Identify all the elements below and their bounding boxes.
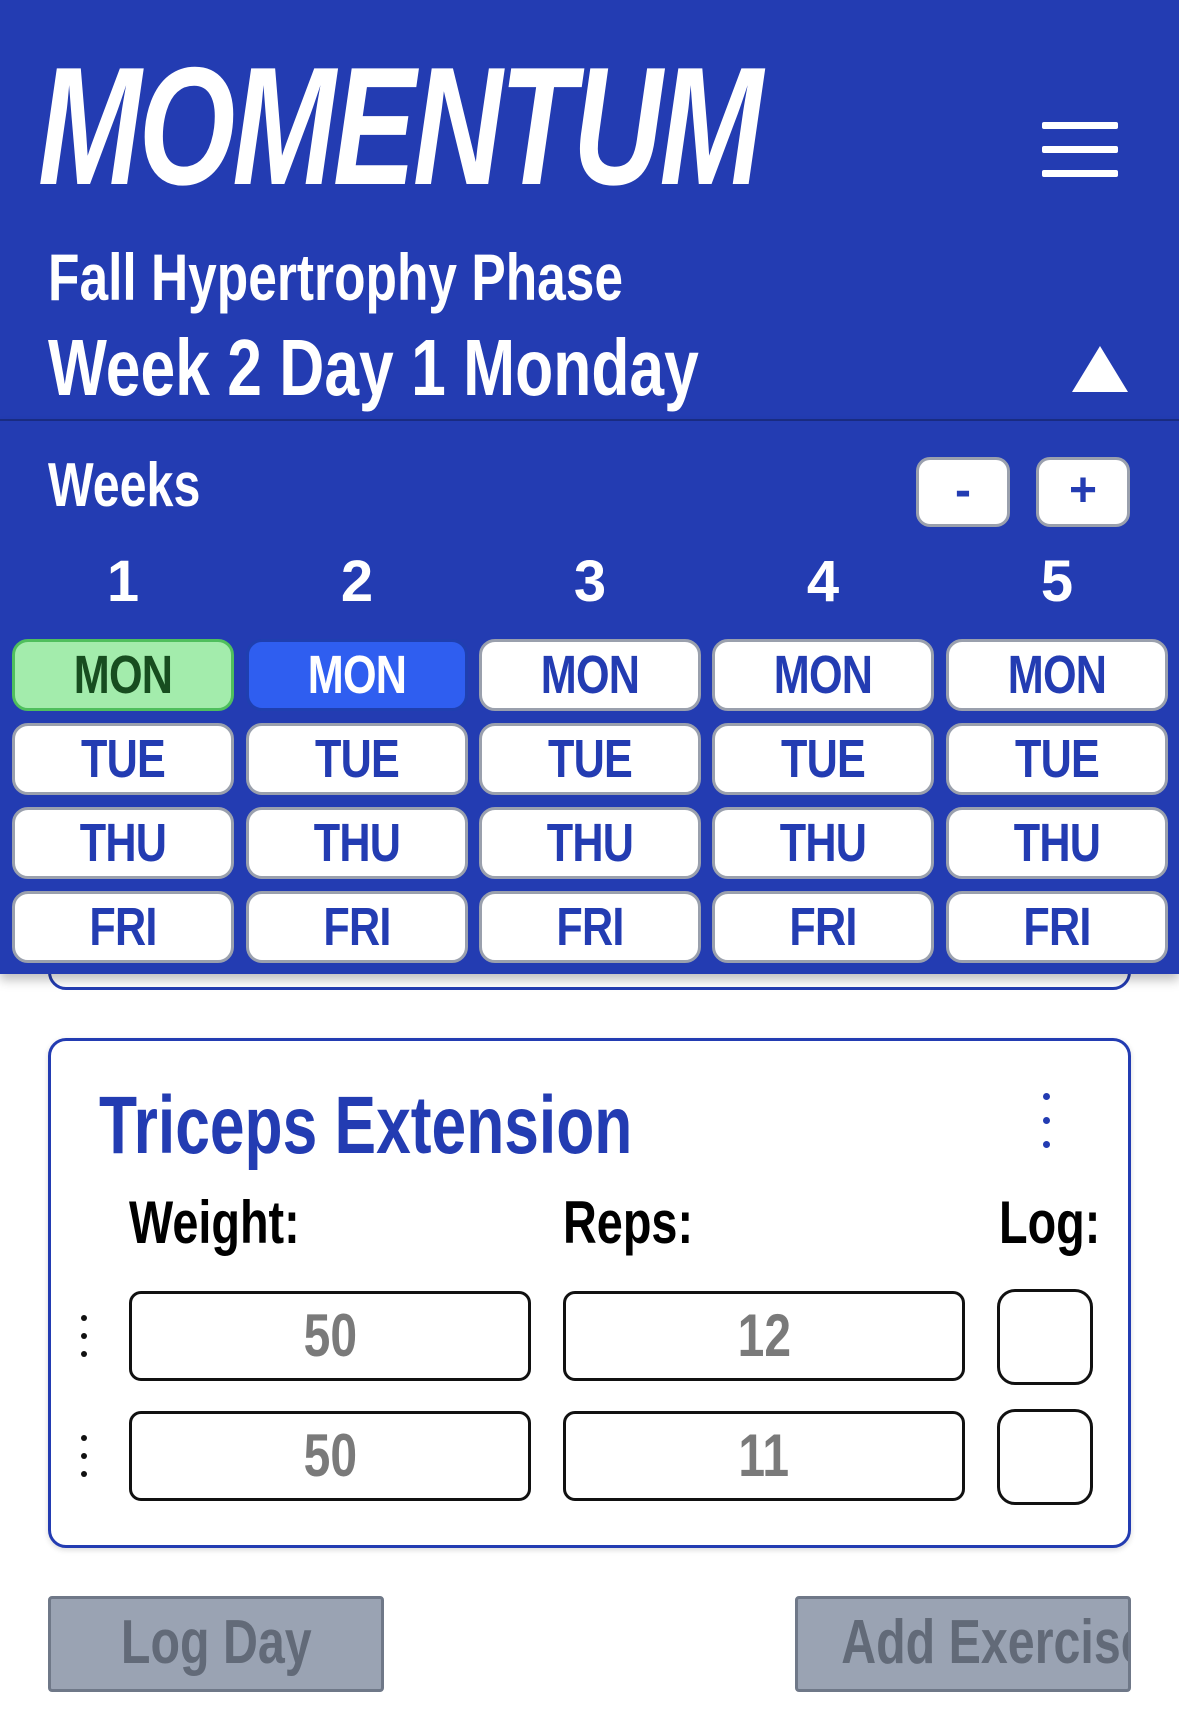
day-button-mon[interactable]: MON: [12, 639, 234, 711]
reps-column-label: Reps:: [563, 1189, 694, 1256]
reps-value: 11: [738, 1422, 790, 1489]
reps-value: 12: [737, 1302, 791, 1369]
day-label: MON: [73, 645, 173, 705]
menu-bar: [1042, 146, 1118, 153]
day-button-thu[interactable]: THU: [712, 807, 934, 879]
day-label: FRI: [89, 897, 157, 957]
menu-bar: [1042, 122, 1118, 129]
day-label: FRI: [789, 897, 857, 957]
week-number: 4: [806, 549, 840, 614]
dot: [81, 1351, 87, 1357]
day-title: Week 2 Day 1 Monday: [48, 323, 699, 412]
log-column-label: Log:: [999, 1189, 1101, 1256]
reps-input[interactable]: 12: [563, 1291, 965, 1381]
week-column: 2 MON TUE THU FRI: [246, 421, 468, 974]
day-button-tue[interactable]: TUE: [946, 723, 1168, 795]
dot: [81, 1471, 87, 1477]
exercise-card: Triceps Extension Weight: Reps: Log: 50 …: [48, 1038, 1131, 1548]
weight-input[interactable]: 50: [129, 1411, 531, 1501]
day-label: FRI: [556, 897, 624, 957]
day-button-tue[interactable]: TUE: [712, 723, 934, 795]
set-row: 50 11: [51, 1409, 1134, 1505]
weight-value: 50: [303, 1422, 357, 1489]
add-exercise-label: Add Exercise: [841, 1608, 1131, 1677]
day-button-thu[interactable]: THU: [479, 807, 701, 879]
day-label: TUE: [315, 729, 400, 789]
reps-input[interactable]: 11: [563, 1411, 965, 1501]
day-button-tue[interactable]: TUE: [246, 723, 468, 795]
weight-column-label: Weight:: [129, 1189, 300, 1256]
week-number: 5: [1040, 549, 1074, 614]
more-options-icon[interactable]: [1031, 1089, 1061, 1155]
day-button-thu[interactable]: THU: [12, 807, 234, 879]
day-label: THU: [313, 813, 401, 873]
week-number: 3: [573, 549, 607, 614]
day-button-fri[interactable]: FRI: [712, 891, 934, 963]
day-label: MON: [307, 645, 407, 705]
day-button-thu[interactable]: THU: [246, 807, 468, 879]
weeks-panel: Weeks - + 1 MON TUE THU FRI 2 MON TUE TH…: [0, 421, 1179, 974]
day-button-mon[interactable]: MON: [946, 639, 1168, 711]
day-label: THU: [546, 813, 634, 873]
day-button-fri[interactable]: FRI: [246, 891, 468, 963]
day-label: FRI: [323, 897, 391, 957]
day-label: THU: [79, 813, 167, 873]
week-column: 1 MON TUE THU FRI: [12, 421, 234, 974]
week-number: 2: [340, 549, 374, 614]
day-label: TUE: [548, 729, 633, 789]
week-column: 3 MON TUE THU FRI: [479, 421, 701, 974]
drag-handle-icon[interactable]: [75, 1313, 95, 1363]
day-label: FRI: [1023, 897, 1091, 957]
day-button-mon[interactable]: MON: [712, 639, 934, 711]
day-button-mon[interactable]: MON: [479, 639, 701, 711]
dot: [81, 1315, 87, 1321]
weight-value: 50: [303, 1302, 357, 1369]
day-label: MON: [540, 645, 640, 705]
dot: [1043, 1093, 1050, 1100]
day-button-fri[interactable]: FRI: [946, 891, 1168, 963]
dot: [81, 1435, 87, 1441]
dot: [1043, 1141, 1050, 1148]
day-label: TUE: [81, 729, 166, 789]
day-button-fri[interactable]: FRI: [12, 891, 234, 963]
phase-name: Fall Hypertrophy Phase: [48, 240, 624, 314]
day-label: TUE: [1015, 729, 1100, 789]
day-button-mon[interactable]: MON: [246, 639, 468, 711]
app-title: MOMENTUM: [38, 32, 763, 220]
dot: [1043, 1117, 1050, 1124]
log-day-button[interactable]: Log Day: [48, 1596, 384, 1692]
day-label: MON: [1007, 645, 1107, 705]
day-label: THU: [1013, 813, 1101, 873]
collapse-triangle-icon[interactable]: [1072, 346, 1128, 392]
add-exercise-button[interactable]: Add Exercise: [795, 1596, 1131, 1692]
day-button-tue[interactable]: TUE: [479, 723, 701, 795]
week-number: 1: [106, 549, 140, 614]
dot: [81, 1453, 87, 1459]
weight-input[interactable]: 50: [129, 1291, 531, 1381]
log-checkbox[interactable]: [997, 1409, 1093, 1505]
app-header: MOMENTUM Fall Hypertrophy Phase Week 2 D…: [0, 0, 1179, 421]
day-button-tue[interactable]: TUE: [12, 723, 234, 795]
day-label: TUE: [781, 729, 866, 789]
exercise-name: Triceps Extension: [99, 1080, 633, 1171]
day-button-thu[interactable]: THU: [946, 807, 1168, 879]
menu-bar: [1042, 170, 1118, 177]
week-column: 5 MON TUE THU FRI: [946, 421, 1168, 974]
day-button-fri[interactable]: FRI: [479, 891, 701, 963]
hamburger-menu-icon[interactable]: [1040, 122, 1120, 178]
day-label: MON: [773, 645, 873, 705]
dot: [81, 1333, 87, 1339]
day-label: THU: [779, 813, 867, 873]
log-checkbox[interactable]: [997, 1289, 1093, 1385]
log-day-label: Log Day: [120, 1608, 312, 1677]
drag-handle-icon[interactable]: [75, 1433, 95, 1483]
set-row: 50 12: [51, 1289, 1134, 1385]
week-column: 4 MON TUE THU FRI: [712, 421, 934, 974]
